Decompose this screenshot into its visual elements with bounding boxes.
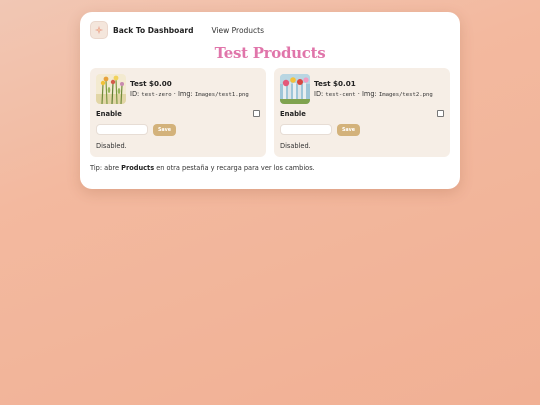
main-card: Back To Dashboard View Products Test Pro… bbox=[80, 12, 460, 189]
img-label: · Img: bbox=[173, 90, 193, 98]
product-meta: ID: test-zero · Img: Images/test1.png bbox=[130, 90, 249, 98]
enable-label: Enable bbox=[96, 110, 122, 118]
tip-prefix: Tip: abre bbox=[90, 164, 122, 172]
status-text: Disabled. bbox=[280, 142, 311, 150]
img-label: · Img: bbox=[357, 90, 377, 98]
page-title: Test Products bbox=[214, 44, 326, 62]
price-input[interactable] bbox=[280, 124, 332, 135]
view-products-link[interactable]: View Products bbox=[211, 26, 264, 35]
product-thumbnail bbox=[96, 74, 126, 104]
product-thumbnail bbox=[280, 74, 310, 104]
id-label: ID: bbox=[314, 90, 324, 98]
product-card: Test $0.01 ID: test-cent · Img: Images/t… bbox=[274, 68, 450, 157]
product-image-path: Images/test2.png bbox=[378, 92, 433, 98]
back-to-dashboard-link[interactable]: Back To Dashboard bbox=[113, 26, 193, 35]
enable-label: Enable bbox=[280, 110, 306, 118]
top-nav: Back To Dashboard View Products bbox=[90, 21, 264, 39]
product-id: test-zero bbox=[141, 92, 172, 98]
product-card: Test $0.00 ID: test-zero · Img: Images/t… bbox=[90, 68, 266, 157]
product-image-path: Images/test1.png bbox=[194, 92, 249, 98]
product-meta: ID: test-cent · Img: Images/test2.png bbox=[314, 90, 433, 98]
status-text: Disabled. bbox=[96, 142, 127, 150]
enable-checkbox[interactable] bbox=[253, 110, 260, 117]
tip-text: Tip: abre Products en otra pestaña y rec… bbox=[90, 164, 315, 172]
product-name: Test $0.00 bbox=[130, 79, 172, 88]
save-button[interactable]: Save bbox=[153, 124, 176, 136]
price-input[interactable] bbox=[96, 124, 148, 135]
tip-suffix: en otra pestaña y recarga para ver los c… bbox=[154, 164, 315, 172]
sparkle-icon bbox=[94, 25, 104, 35]
tip-bold: Products bbox=[121, 164, 155, 172]
product-id: test-cent bbox=[325, 92, 356, 98]
id-label: ID: bbox=[130, 90, 140, 98]
dashboard-logo-button[interactable] bbox=[90, 21, 108, 39]
save-button[interactable]: Save bbox=[337, 124, 360, 136]
product-name: Test $0.01 bbox=[314, 79, 356, 88]
enable-checkbox[interactable] bbox=[437, 110, 444, 117]
